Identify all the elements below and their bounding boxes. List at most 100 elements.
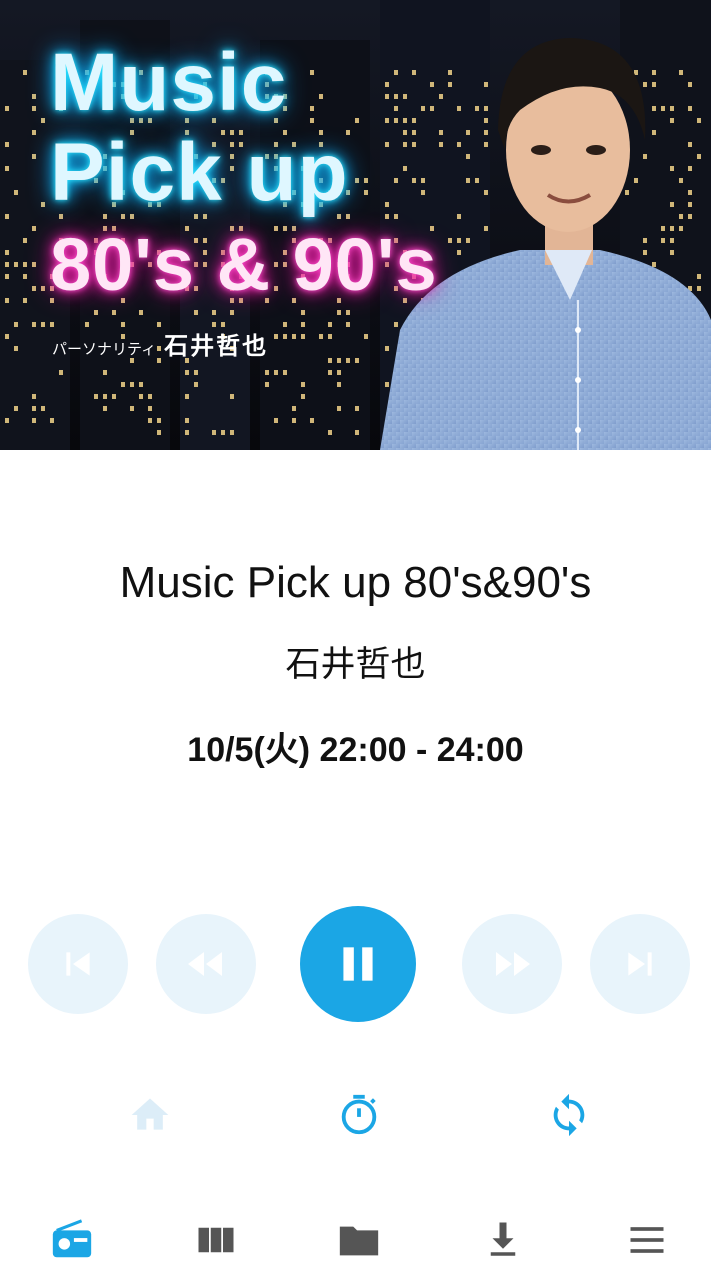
fast-forward-button[interactable] <box>462 914 562 1014</box>
window-light <box>5 298 9 303</box>
window-light <box>5 418 9 423</box>
window-light <box>385 82 389 87</box>
window-light <box>337 358 341 363</box>
window-light <box>643 238 647 243</box>
window-light <box>185 394 189 399</box>
window-light <box>265 382 269 387</box>
window-light <box>466 130 470 135</box>
window-light <box>148 418 152 423</box>
rewind-button[interactable] <box>156 914 256 1014</box>
nav-menu[interactable] <box>617 1210 677 1270</box>
window-light <box>32 418 36 423</box>
sleep-timer-button[interactable] <box>334 1090 384 1140</box>
window-light <box>328 430 332 435</box>
window-light <box>121 382 125 387</box>
window-light <box>484 190 488 195</box>
window-light <box>679 70 683 75</box>
window-light <box>185 430 189 435</box>
fast-forward-icon <box>496 952 530 976</box>
window-light <box>697 118 701 123</box>
window-light <box>484 82 488 87</box>
window-light <box>403 118 407 123</box>
window-light <box>230 430 234 435</box>
skip-previous-button[interactable] <box>28 914 128 1014</box>
window-light <box>103 406 107 411</box>
window-light <box>484 130 488 135</box>
window-light <box>475 178 479 183</box>
window-light <box>484 118 488 123</box>
timer-icon <box>341 1094 377 1135</box>
window-light <box>319 334 323 339</box>
window-light <box>385 382 389 387</box>
window-light <box>448 70 452 75</box>
window-light <box>346 358 350 363</box>
window-light <box>148 394 152 399</box>
radio-icon <box>52 1219 92 1258</box>
program-host: 石井哲也 <box>285 645 426 685</box>
skip-previous-icon <box>66 952 90 976</box>
window-light <box>403 130 407 135</box>
sync-button[interactable] <box>544 1090 594 1140</box>
skip-next-button[interactable] <box>590 914 690 1014</box>
window-light <box>221 430 225 435</box>
window-light <box>274 370 278 375</box>
window-light <box>439 142 443 147</box>
window-light <box>23 262 27 267</box>
window-light <box>5 262 9 267</box>
window-light <box>688 202 692 207</box>
window-light <box>457 142 461 147</box>
nav-programs[interactable] <box>186 1210 246 1270</box>
download-icon <box>490 1222 516 1256</box>
window-light <box>457 250 461 255</box>
artwork-title-line-2: Pick up <box>50 127 349 218</box>
window-light <box>412 178 416 183</box>
window-light <box>32 394 36 399</box>
window-light <box>194 370 198 375</box>
window-light <box>32 94 36 99</box>
window-light <box>421 178 425 183</box>
menu-icon <box>630 1227 664 1253</box>
window-light <box>41 286 45 291</box>
window-light <box>697 274 701 279</box>
columns-icon <box>198 1227 234 1253</box>
window-light <box>337 406 341 411</box>
window-light <box>41 202 45 207</box>
window-light <box>194 382 198 387</box>
window-light <box>328 358 332 363</box>
window-light <box>475 106 479 111</box>
home-button[interactable] <box>125 1090 175 1140</box>
window-light <box>670 118 674 123</box>
window-light <box>14 406 18 411</box>
nav-downloads[interactable] <box>473 1210 533 1270</box>
window-light <box>23 238 27 243</box>
window-light <box>23 274 27 279</box>
window-light <box>466 178 470 183</box>
window-light <box>50 418 54 423</box>
personality-name: 石井哲也 <box>164 332 269 360</box>
window-light <box>32 322 36 327</box>
window-light <box>688 214 692 219</box>
window-light <box>328 334 332 339</box>
window-light <box>32 154 36 159</box>
window-light <box>688 166 692 171</box>
window-light <box>41 406 45 411</box>
window-light <box>346 322 350 327</box>
nav-library[interactable] <box>329 1210 389 1270</box>
window-light <box>23 298 27 303</box>
window-light <box>364 334 368 339</box>
pause-button[interactable] <box>300 906 416 1022</box>
window-light <box>355 406 359 411</box>
window-light <box>230 310 234 315</box>
window-light <box>643 82 647 87</box>
nav-radio[interactable] <box>42 1210 102 1270</box>
window-light <box>385 202 389 207</box>
window-light <box>32 130 36 135</box>
pause-icon <box>343 947 373 981</box>
window-light <box>466 238 470 243</box>
window-light <box>364 178 368 183</box>
window-light <box>457 106 461 111</box>
window-light <box>661 238 665 243</box>
window-light <box>430 82 434 87</box>
window-light <box>652 262 656 267</box>
window-light <box>385 346 389 351</box>
